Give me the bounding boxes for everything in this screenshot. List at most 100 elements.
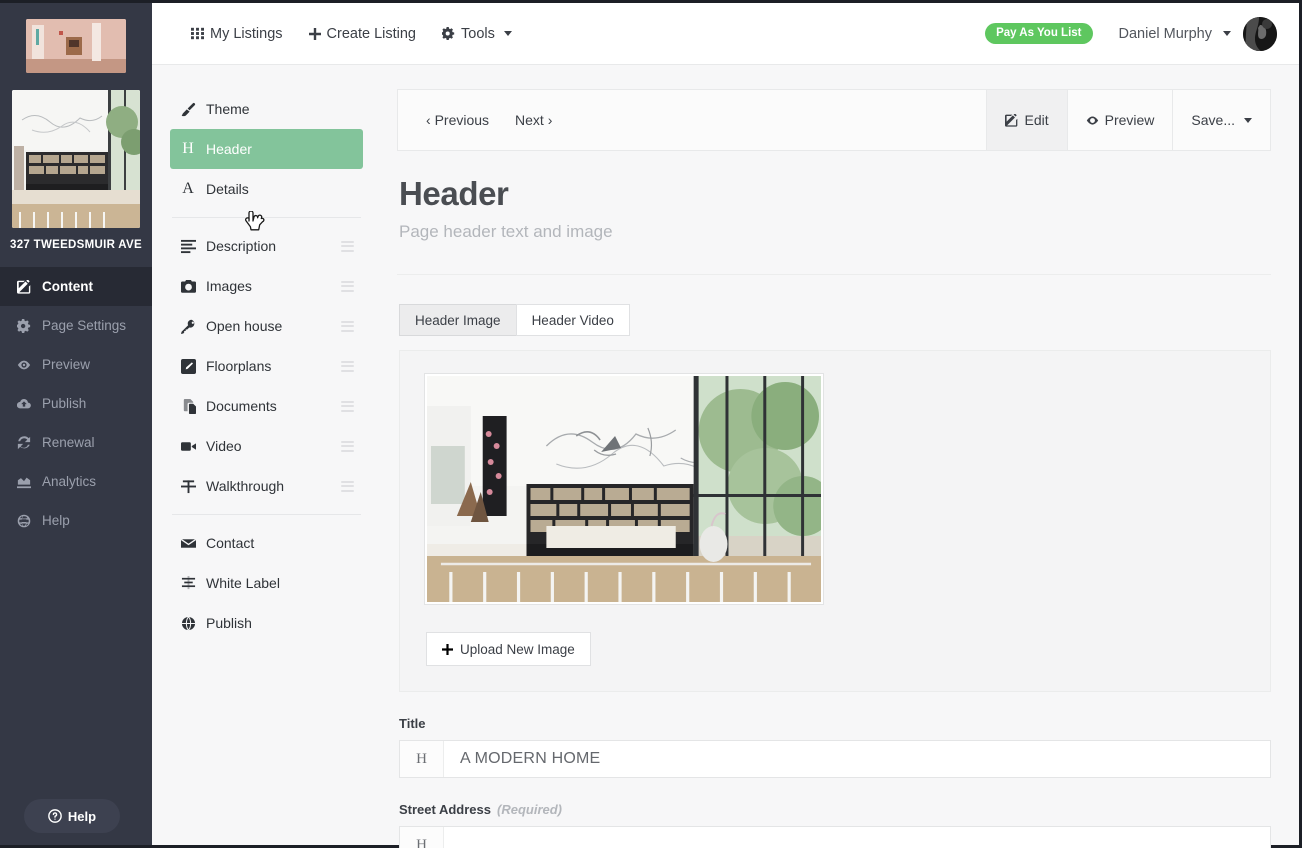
plus-icon <box>442 643 453 655</box>
sidebar-item-page-settings[interactable]: Page Settings <box>0 306 152 345</box>
nav-tools-label: Tools <box>461 25 495 42</box>
title-field-label-text: Title <box>399 716 426 731</box>
nav-my-listings[interactable]: My Listings <box>191 26 283 42</box>
page-title: Header <box>399 175 509 212</box>
previous-button[interactable]: ‹ Previous <box>426 112 489 128</box>
header-image-card: Upload New Image <box>399 350 1271 692</box>
edit-square-icon <box>16 279 32 295</box>
next-button[interactable]: Next › <box>515 112 552 128</box>
chevron-down-icon <box>1223 31 1231 36</box>
avatar[interactable] <box>1243 16 1277 51</box>
sidebar-item-publish[interactable]: Publish <box>0 384 152 423</box>
sidebar-item-label: Publish <box>42 396 87 411</box>
chevron-down-icon <box>503 31 512 36</box>
sidebar-item-analytics[interactable]: Analytics <box>0 462 152 501</box>
sidebar-item-content[interactable]: Content <box>0 267 152 306</box>
toolbar-actions: Edit Preview Save... <box>986 90 1270 150</box>
section-item-white-label[interactable]: White Label <box>170 563 363 603</box>
drag-handle-icon[interactable] <box>341 320 354 332</box>
section-item-theme[interactable]: Theme <box>170 89 363 129</box>
section-item-publish[interactable]: Publish <box>170 603 363 643</box>
street-address-field-prefix: H <box>400 827 444 848</box>
section-item-open-house[interactable]: Open house <box>170 306 363 346</box>
copy-icon <box>178 398 198 414</box>
sidebar-item-label: Analytics <box>42 474 97 489</box>
sidebar-item-help[interactable]: Help <box>0 501 152 540</box>
section-nav-divider-1 <box>172 217 361 218</box>
gear-icon <box>16 318 32 334</box>
street-address-field[interactable]: H <box>399 826 1271 848</box>
drag-handle-icon[interactable] <box>341 360 354 372</box>
chart-icon <box>16 474 32 490</box>
top-bar: My Listings Create Listing Tools Pay As … <box>152 3 1299 65</box>
help-button-label: Help <box>67 808 97 824</box>
globe-icon <box>178 616 198 631</box>
title-field-label: Title <box>399 716 1271 731</box>
drag-handle-icon[interactable] <box>341 480 354 492</box>
chevron-down-icon <box>1244 117 1252 123</box>
listing-thumbnail-large[interactable] <box>12 90 140 228</box>
user-name-label: Daniel Murphy <box>1118 25 1213 42</box>
section-item-walkthrough[interactable]: Walkthrough <box>170 466 363 506</box>
content-toolbar: ‹ Previous Next › Edit Preview Save... <box>397 89 1271 151</box>
key-icon <box>178 319 198 334</box>
street-address-input[interactable] <box>444 827 1270 848</box>
section-item-label: Theme <box>206 101 250 117</box>
tab-header-video[interactable]: Header Video <box>515 304 630 336</box>
section-item-video[interactable]: Video <box>170 426 363 466</box>
sidebar-item-label: Renewal <box>42 435 95 450</box>
previous-button-label: Previous <box>434 112 490 128</box>
title-input[interactable]: A MODERN HOME <box>444 741 1270 777</box>
section-item-details[interactable]: A Details <box>170 169 363 209</box>
preview-button[interactable]: Preview <box>1066 90 1173 150</box>
drag-handle-icon[interactable] <box>341 280 354 292</box>
app-window: 327 TWEEDSMUIR AVE Content Page Settings… <box>0 0 1302 848</box>
nav-create-listing-label: Create Listing <box>326 25 416 42</box>
sidebar-item-label: Page Settings <box>42 318 127 333</box>
section-item-contact[interactable]: Contact <box>170 523 363 563</box>
section-nav-divider-2 <box>172 514 361 515</box>
title-field-prefix: H <box>400 741 444 777</box>
section-item-description[interactable]: Description <box>170 226 363 266</box>
drag-handle-icon[interactable] <box>341 240 354 252</box>
section-item-label: Description <box>206 238 277 254</box>
text-glyph: A <box>182 180 194 197</box>
section-item-header[interactable]: H Header <box>170 129 363 169</box>
video-camera-icon <box>178 439 198 454</box>
header-image-preview[interactable] <box>424 373 824 605</box>
sliders-icon <box>178 575 198 591</box>
nav-tools[interactable]: Tools <box>442 26 512 42</box>
title-field[interactable]: H A MODERN HOME <box>399 740 1271 778</box>
drag-handle-icon[interactable] <box>341 400 354 412</box>
edit-button[interactable]: Edit <box>986 90 1067 150</box>
camera-icon <box>178 279 198 294</box>
section-item-images[interactable]: Images <box>170 266 363 306</box>
save-button[interactable]: Save... <box>1172 90 1270 150</box>
section-item-floorplans[interactable]: Floorplans <box>170 346 363 386</box>
section-item-label: Video <box>206 438 242 454</box>
section-item-label: White Label <box>206 575 280 591</box>
sidebar-item-preview[interactable]: Preview <box>0 345 152 384</box>
plan-badge[interactable]: Pay As You List <box>985 23 1093 44</box>
section-item-label: Documents <box>206 398 277 414</box>
body-region: Theme H Header A Details Description Ima… <box>152 65 1299 848</box>
edit-button-label: Edit <box>1024 112 1049 128</box>
help-button[interactable]: Help <box>24 799 120 833</box>
section-item-documents[interactable]: Documents <box>170 386 363 426</box>
eye-icon <box>16 357 32 373</box>
brush-icon <box>178 102 198 117</box>
sidebar-item-renewal[interactable]: Renewal <box>0 423 152 462</box>
listing-thumbnail-small[interactable] <box>26 19 126 73</box>
drag-handle-icon[interactable] <box>341 440 354 452</box>
tab-header-image[interactable]: Header Image <box>399 304 516 336</box>
user-menu[interactable]: Daniel Murphy <box>1118 25 1231 42</box>
section-item-label: Header <box>206 141 252 157</box>
main-panel: ‹ Previous Next › Edit Preview Save... H… <box>381 65 1299 848</box>
upload-new-image-button[interactable]: Upload New Image <box>426 632 591 666</box>
section-item-label: Floorplans <box>206 358 272 374</box>
title-divider <box>397 274 1271 275</box>
listing-address: 327 TWEEDSMUIR AVE <box>10 239 142 251</box>
globe-icon <box>16 513 32 529</box>
nav-create-listing[interactable]: Create Listing <box>308 25 416 42</box>
street-address-label-text: Street Address <box>399 802 491 817</box>
